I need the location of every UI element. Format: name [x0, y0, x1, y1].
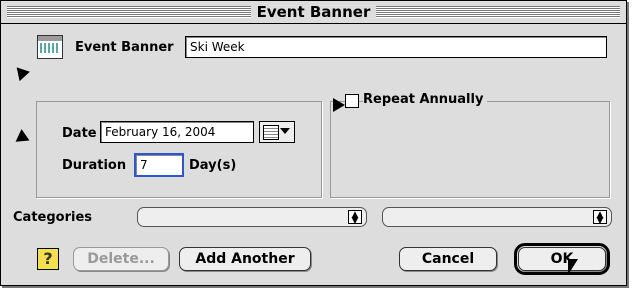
calendar-icon [37, 35, 63, 59]
duration-label: Duration [62, 158, 127, 173]
updown-arrows-icon: ▲ ▼ [348, 210, 362, 226]
help-button[interactable]: ? [37, 248, 59, 270]
repeat-annually-checkbox[interactable] [345, 94, 359, 108]
categories-label: Categories [13, 210, 93, 225]
question-mark-icon: ? [43, 249, 53, 268]
date-field[interactable]: February 16, 2004 [100, 121, 254, 143]
category-popup-1[interactable]: ▲ ▼ [137, 207, 367, 227]
calendar-small-icon [263, 125, 279, 140]
delete-button[interactable]: Delete... [73, 247, 169, 271]
duration-unit: Day(s) [189, 158, 237, 173]
cancel-button[interactable]: Cancel [399, 247, 497, 271]
event-banner-dialog: Event Banner Event Banner Ski Week Repea… [0, 0, 627, 286]
duration-field[interactable]: 7 [134, 153, 184, 177]
date-label: Date [62, 126, 97, 141]
calendar-popup-button[interactable] [259, 121, 295, 143]
callout-arrowhead-2 [333, 98, 345, 112]
event-banner-label: Event Banner [75, 40, 174, 55]
chevron-down-icon [280, 128, 290, 134]
ok-button[interactable]: OK [514, 243, 610, 275]
callout-arrowhead-1 [16, 64, 32, 82]
event-banner-field[interactable]: Ski Week [185, 36, 607, 58]
repeat-annually-label: Repeat Annually [363, 92, 488, 107]
category-popup-2[interactable]: ▲ ▼ [382, 207, 612, 227]
repeat-group [330, 101, 610, 198]
title-bar[interactable]: Event Banner [1, 1, 626, 24]
date-group [36, 101, 322, 198]
add-another-button[interactable]: Add Another [179, 247, 311, 271]
window-title: Event Banner [250, 3, 377, 21]
mouse-cursor-icon [568, 259, 578, 275]
updown-arrows-icon: ▲ ▼ [593, 210, 607, 226]
